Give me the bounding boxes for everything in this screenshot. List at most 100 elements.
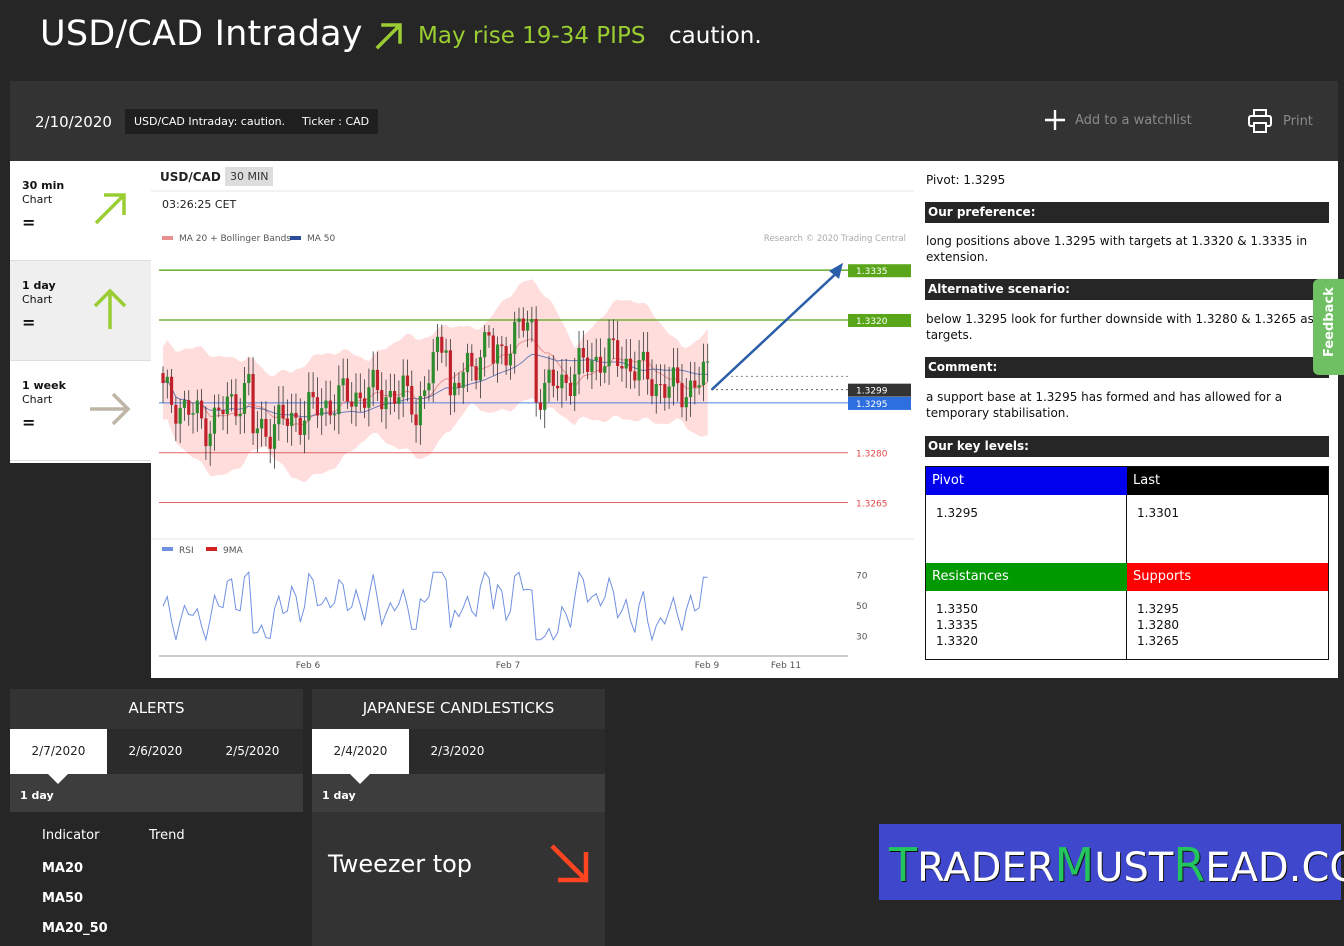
candle-body [654, 384, 658, 397]
alerts-tab-1[interactable]: 2/7/2020 [10, 729, 107, 774]
timeframe-state: = [22, 313, 36, 332]
candle-body [264, 418, 268, 437]
brand-banner[interactable]: TRADERMUSTREAD.COM [879, 824, 1344, 900]
candle-body [285, 418, 289, 426]
arrow-up-right-icon [375, 23, 402, 50]
candle-body [212, 407, 217, 434]
candle-body [234, 394, 238, 417]
add-watchlist-button[interactable]: Add to a watchlist [1043, 108, 1192, 132]
key-levels-title: Our key levels: [925, 436, 1329, 457]
candle-body [427, 383, 431, 391]
timeframe-1week[interactable]: 1 week Chart = [10, 361, 151, 461]
candle-body [200, 400, 204, 419]
level-label: 1.3335 [856, 267, 888, 277]
level-label: 1.3265 [856, 499, 888, 509]
x-tick-label: Feb 9 [695, 661, 720, 671]
trend-col-header: Trend [149, 828, 185, 843]
candlesticks-tab-2[interactable]: 2/3/2020 [409, 729, 506, 774]
resistances-header: Resistances [926, 563, 1127, 591]
candle-body [238, 413, 242, 417]
tab-notch [350, 774, 370, 784]
candlesticks-tab-1[interactable]: 2/4/2020 [312, 729, 409, 774]
title-tag: USD/CAD Intraday: caution. [125, 109, 295, 134]
print-button[interactable]: Print [1247, 108, 1313, 134]
feedback-tab[interactable]: Feedback [1313, 279, 1344, 375]
timeframe-1day[interactable]: 1 day Chart = [10, 261, 151, 361]
brand-part: EAD.COM [1205, 845, 1344, 891]
candle-body [594, 356, 598, 361]
chart-symbol: USD/CAD [160, 170, 221, 184]
price-chart[interactable]: MA 20 + Bollinger Bands MA 50 Research © 2… [151, 161, 914, 678]
arrow-up-icon [93, 288, 127, 329]
chart-svg: MA 20 + Bollinger Bands MA 50 Research © 2… [151, 190, 914, 671]
chart-interval[interactable]: 30 MIN [225, 167, 274, 186]
candle-body [491, 335, 495, 364]
page-title: USD/CAD Intraday [40, 14, 363, 54]
candle-body [684, 397, 688, 408]
legend-ma50-swatch [290, 236, 301, 240]
candle-body [191, 413, 195, 415]
candle-body [521, 318, 525, 331]
alerts-tab-3[interactable]: 2/5/2020 [204, 729, 301, 774]
candle-body [483, 332, 487, 358]
timeframe-list: 30 min Chart = 1 day Chart = 1 week Char… [10, 161, 151, 463]
candle-body [337, 385, 341, 415]
brand-part: UST [1094, 845, 1174, 891]
candle-body [169, 376, 174, 405]
candle-body [633, 371, 637, 381]
candle-body [658, 384, 663, 386]
pivot-header: Pivot [926, 467, 1127, 495]
candle-body [564, 374, 568, 383]
candlesticks-title: JAPANESE CANDLESTICKS [362, 699, 555, 717]
candle-body [586, 357, 590, 372]
candle-body [272, 424, 277, 449]
chart-time: 03:26:25 CET [162, 198, 237, 211]
candle-body [551, 369, 555, 386]
legend-9ma-swatch [206, 547, 217, 551]
candle-body [637, 360, 641, 381]
candle-body [208, 433, 212, 447]
candle-body [410, 385, 414, 415]
candle-body [504, 346, 508, 366]
candle-body [650, 379, 654, 397]
candle-body [603, 366, 607, 373]
candle-body [534, 319, 538, 403]
candle-body [444, 350, 448, 353]
candle-body [298, 417, 302, 435]
candle-body [555, 385, 560, 389]
indicator-row: MA20_50 [42, 921, 108, 936]
candle-body [307, 392, 311, 421]
candlesticks-tabs: 2/4/2020 2/3/2020 [312, 729, 605, 774]
brand-part: RADER [917, 845, 1055, 891]
candle-body [302, 420, 307, 435]
candle-body [311, 392, 315, 398]
candle-body [423, 390, 427, 396]
candle-body [693, 380, 697, 388]
candle-body [478, 357, 482, 381]
candle-body [362, 398, 367, 408]
brand-letter: T [889, 838, 918, 892]
timeframe-label: 30 min [22, 179, 65, 192]
candle-body [230, 394, 234, 397]
alerts-tab-2[interactable]: 2/6/2020 [107, 729, 204, 774]
candle-body [538, 402, 543, 410]
plus-icon [1045, 110, 1065, 130]
last-value: 1.3301 [1137, 506, 1179, 520]
ticker-tag: Ticker : CAD [293, 109, 379, 134]
candle-body [418, 395, 422, 426]
candle-body [324, 400, 328, 409]
timeframe-30min[interactable]: 30 min Chart = [10, 161, 151, 261]
candle-body [701, 361, 706, 386]
level-label: 1.3299 [856, 387, 888, 397]
candle-body [161, 373, 165, 384]
candle-body [178, 407, 182, 424]
candle-body [281, 404, 285, 419]
candle-body [380, 390, 384, 410]
candle-body [165, 376, 169, 384]
candle-body [354, 392, 358, 407]
candle-body [247, 374, 251, 384]
candle-body [195, 400, 199, 414]
candle-body [607, 338, 611, 367]
preference-title: Our preference: [925, 202, 1329, 223]
preference-text: long positions above 1.3295 with targets… [926, 234, 1308, 264]
